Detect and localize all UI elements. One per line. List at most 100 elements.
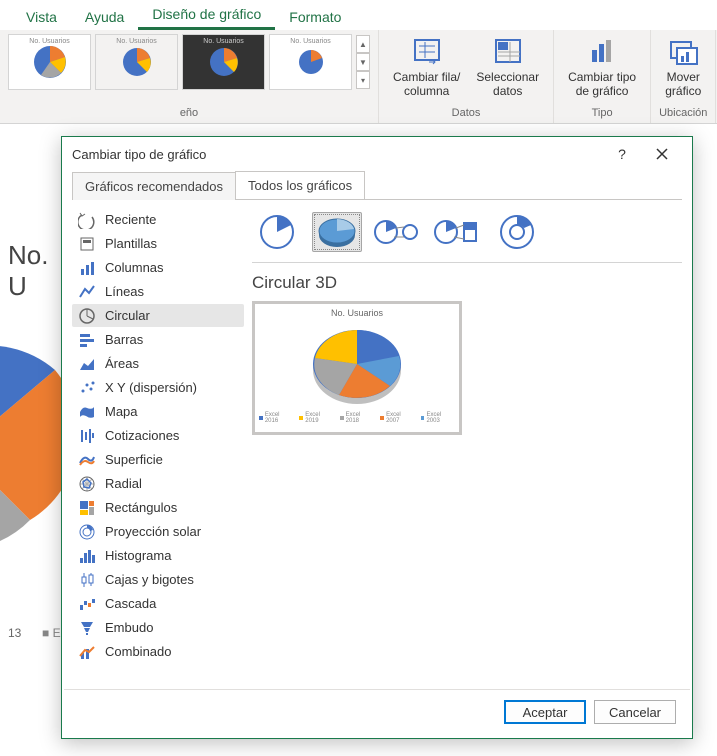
category-label: Barras xyxy=(105,332,143,347)
category-reciente[interactable]: Reciente xyxy=(72,208,244,231)
dialog-tabs: Gráficos recomendados Todos los gráficos xyxy=(62,171,692,199)
category-radial[interactable]: Radial xyxy=(72,472,244,495)
style-thumb-title: No. Usuarios xyxy=(116,38,156,45)
ribbon-group-label-type: Tipo xyxy=(592,107,613,121)
close-icon xyxy=(656,148,668,160)
move-chart-icon xyxy=(667,36,699,68)
category-cotizaciones[interactable]: Cotizaciones xyxy=(72,424,244,447)
ribbon-tab-ayuda[interactable]: Ayuda xyxy=(71,3,138,30)
category-rect-ngulos[interactable]: Rectángulos xyxy=(72,496,244,519)
ribbon-group-label-styles: eño xyxy=(180,107,198,121)
chart-category-list: Reciente Plantillas Columnas Líneas Circular… xyxy=(72,208,244,685)
preview-title: No. Usuarios xyxy=(331,308,383,318)
close-button[interactable] xyxy=(642,139,682,169)
category-label: Circular xyxy=(105,308,150,323)
category-cajas-y-bigotes[interactable]: Cajas y bigotes xyxy=(72,568,244,591)
category-histograma[interactable]: Histograma xyxy=(72,544,244,567)
move-chart-button[interactable]: Mover gráfico xyxy=(659,34,707,100)
switch-row-col-button[interactable]: Cambiar fila/ columna xyxy=(387,34,466,100)
category-icon xyxy=(78,307,96,325)
move-chart-label: Mover gráfico xyxy=(665,70,701,98)
preview-legend: Excel 2016Excel 2019Excel 2018Excel 2007… xyxy=(259,412,455,424)
subtype-doughnut[interactable] xyxy=(492,212,542,252)
category-combinado[interactable]: Combinado xyxy=(72,640,244,663)
dialog-title-text: Cambiar tipo de gráfico xyxy=(72,147,206,162)
select-data-button[interactable]: Seleccionar datos xyxy=(470,34,545,100)
cancel-button[interactable]: Cancelar xyxy=(594,700,676,724)
ribbon-tab-vista[interactable]: Vista xyxy=(12,3,71,30)
chart-title-fragment: No. U xyxy=(0,230,61,302)
chart-subtype-pane: Circular 3D No. Usuarios Excel 2016Excel… xyxy=(252,208,682,685)
category-label: Reciente xyxy=(105,212,156,227)
category-mapa[interactable]: Mapa xyxy=(72,400,244,423)
category-label: Cascada xyxy=(105,596,156,611)
category-icon xyxy=(78,643,96,661)
category--reas[interactable]: Áreas xyxy=(72,352,244,375)
chart-style-3[interactable]: No. Usuarios xyxy=(182,34,265,90)
category-label: Proyección solar xyxy=(105,524,201,539)
subtype-title: Circular 3D xyxy=(252,273,682,293)
tab-recommended[interactable]: Gráficos recomendados xyxy=(72,172,236,200)
ribbon-group-type: Cambiar tipo de gráfico Tipo xyxy=(554,30,651,123)
chart-style-1[interactable]: No. Usuarios xyxy=(8,34,91,90)
subtype-pie-of-pie[interactable] xyxy=(372,212,422,252)
chart-preview[interactable]: No. Usuarios Excel 2016Excel 2019Excel 2… xyxy=(252,301,462,435)
category-icon xyxy=(78,475,96,493)
category-icon xyxy=(78,403,96,421)
chart-styles-gallery: No. Usuarios No. Usuarios No. Usuarios N… xyxy=(8,34,370,90)
bar-of-pie-icon xyxy=(434,217,480,247)
legend-fragment: ■ E xyxy=(42,626,61,640)
row-number-fragment: 13 xyxy=(8,626,21,640)
style-thumb-title: No. Usuarios xyxy=(29,38,69,45)
category-label: Mapa xyxy=(105,404,138,419)
tab-all-charts[interactable]: Todos los gráficos xyxy=(235,171,365,199)
subtype-pie[interactable] xyxy=(252,212,302,252)
legend-item: Excel 2016 xyxy=(259,412,293,424)
subtype-pie-3d[interactable] xyxy=(312,212,362,252)
preview-pie-icon xyxy=(302,320,412,408)
category-circular[interactable]: Circular xyxy=(72,304,244,327)
change-chart-type-button[interactable]: Cambiar tipo de gráfico xyxy=(562,34,642,100)
category-icon xyxy=(78,499,96,517)
gallery-down[interactable]: ▼ xyxy=(356,53,370,71)
subtype-bar-of-pie[interactable] xyxy=(432,212,482,252)
category-l-neas[interactable]: Líneas xyxy=(72,280,244,303)
ribbon-tab-diseno-grafico[interactable]: Diseño de gráfico xyxy=(138,0,275,30)
category-icon xyxy=(78,427,96,445)
chart-style-2[interactable]: No. Usuarios xyxy=(95,34,178,90)
chart-style-4[interactable]: No. Usuarios xyxy=(269,34,352,90)
category-embudo[interactable]: Embudo xyxy=(72,616,244,639)
pie-icon xyxy=(31,43,69,81)
category-label: Líneas xyxy=(105,284,144,299)
category-icon xyxy=(78,235,96,253)
switch-row-col-label: Cambiar fila/ columna xyxy=(393,70,460,98)
category-x-y-dispersi-n-[interactable]: X Y (dispersión) xyxy=(72,376,244,399)
category-superficie[interactable]: Superficie xyxy=(72,448,244,471)
help-button[interactable]: ? xyxy=(602,139,642,169)
category-icon xyxy=(78,451,96,469)
ribbon-group-label-data: Datos xyxy=(452,107,481,121)
ribbon-group-styles: No. Usuarios No. Usuarios No. Usuarios N… xyxy=(0,30,379,123)
category-icon xyxy=(78,259,96,277)
category-icon xyxy=(78,619,96,637)
doughnut-icon xyxy=(498,213,536,251)
category-barras[interactable]: Barras xyxy=(72,328,244,351)
category-icon xyxy=(78,595,96,613)
category-columnas[interactable]: Columnas xyxy=(72,256,244,279)
category-label: Cajas y bigotes xyxy=(105,572,194,587)
category-label: Rectángulos xyxy=(105,500,177,515)
ok-button[interactable]: Aceptar xyxy=(504,700,586,724)
category-plantillas[interactable]: Plantillas xyxy=(72,232,244,255)
ribbon-tab-formato[interactable]: Formato xyxy=(275,3,355,30)
gallery-up[interactable]: ▲ xyxy=(356,35,370,53)
category-label: Embudo xyxy=(105,620,153,635)
category-icon xyxy=(78,571,96,589)
category-label: Áreas xyxy=(105,356,139,371)
legend-item: Excel 2003 xyxy=(421,412,455,424)
category-proyecci-n-solar[interactable]: Proyección solar xyxy=(72,520,244,543)
gallery-more[interactable]: ▾ xyxy=(356,71,370,89)
legend-item: Excel 2007 xyxy=(380,412,414,424)
category-cascada[interactable]: Cascada xyxy=(72,592,244,615)
category-label: Plantillas xyxy=(105,236,157,251)
category-icon xyxy=(78,523,96,541)
